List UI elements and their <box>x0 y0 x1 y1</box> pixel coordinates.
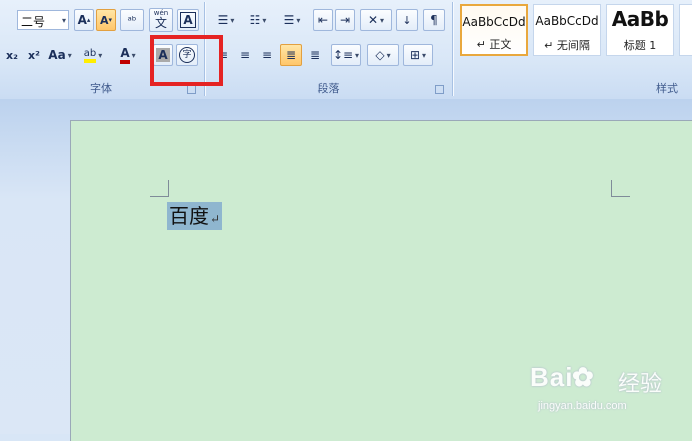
sort-button[interactable]: ↓ <box>396 9 418 31</box>
shading-button[interactable]: ◇ ▾ <box>367 44 399 66</box>
font-dialog-launcher[interactable] <box>187 85 196 94</box>
decrease-indent-button[interactable]: ⇤ <box>313 9 333 31</box>
borders-button[interactable]: ⊞ ▾ <box>403 44 433 66</box>
margin-corner-top-right <box>611 180 630 197</box>
style-heading-partial[interactable] <box>679 4 692 56</box>
style-sample: AaBbCcDd <box>535 14 599 28</box>
eraser-icon: ᵃᵇ <box>127 13 137 27</box>
shrink-font-button[interactable]: A ▾ <box>96 9 116 31</box>
grow-font-button[interactable]: A ▴ <box>74 9 94 31</box>
watermark-logo: Bai ✿ <box>530 362 595 392</box>
style-name: 标题 1 <box>623 39 657 52</box>
chinese-layout-button[interactable]: ✕ ▾ <box>360 9 392 31</box>
pilcrow-icon: ¶ <box>430 13 438 27</box>
paint-bucket-icon: ◇ <box>375 48 385 62</box>
character-border-button[interactable]: A <box>177 9 199 31</box>
decrease-indent-icon: ⇤ <box>317 13 329 27</box>
selected-text[interactable]: 百度↵ <box>167 202 223 230</box>
numbering-button[interactable]: ☷ ▾ <box>244 9 272 31</box>
justify-icon: ≣ <box>285 48 297 62</box>
paragraph-dialog-launcher[interactable] <box>435 85 444 94</box>
styles-group: AaBbCcDd ↵ 正文 AaBbCcDd ↵ 无间隔 AaBb 标题 1 样… <box>455 0 692 98</box>
paragraph-group-label: 段落 <box>317 82 340 95</box>
style-heading-1[interactable]: AaBb 标题 1 <box>606 4 674 56</box>
ribbon: 二号 ▾ A▴ A▾ ᵃᵇ wén 文 A x₂ x² Aa▾ ab▾ <box>0 0 692 100</box>
sort-icon: ↓ <box>402 13 412 27</box>
multilevel-list-button[interactable]: ☰ ▾ <box>277 9 307 31</box>
superscript-button[interactable]: x² <box>24 44 44 66</box>
style-name: ↵ 无间隔 <box>544 39 590 52</box>
align-center-button[interactable]: ≡ <box>235 44 255 66</box>
multilevel-list-icon: ☰ <box>283 13 295 27</box>
align-right-icon: ≡ <box>261 48 273 62</box>
bullets-button[interactable]: ☰ ▾ <box>212 9 240 31</box>
group-separator <box>452 2 453 96</box>
increase-indent-icon: ⇥ <box>339 13 351 27</box>
line-spacing-icon: ↕≡ <box>332 48 354 62</box>
align-right-button[interactable]: ≡ <box>257 44 277 66</box>
paragraph-mark-icon: ↵ <box>210 212 221 226</box>
style-name: ↵ 正文 <box>476 38 512 51</box>
paragraph-group: ☰ ▾ ☷ ▾ ☰ ▾ ⇤ ⇥ ✕ ▾ ↓ ¶ ≡ ≡ ≡ ≣ ≣ ↕≡ ▾ ◇… <box>207 0 450 98</box>
align-center-icon: ≡ <box>239 48 251 62</box>
font-size-select[interactable]: 二号 ▾ <box>17 10 69 30</box>
justify-button[interactable]: ≣ <box>280 44 302 66</box>
style-sample: AaBb <box>611 7 669 31</box>
style-sample: AaBbCcDd <box>462 15 526 29</box>
font-size-value: 二号 <box>21 15 46 29</box>
baidu-jingyan-watermark: Bai ✿ 经验 jingyan.baidu.com <box>530 362 690 422</box>
paw-icon: ✿ <box>572 362 595 392</box>
increase-indent-button[interactable]: ⇥ <box>335 9 355 31</box>
bullets-icon: ☰ <box>217 13 229 27</box>
borders-icon: ⊞ <box>409 48 421 62</box>
annotation-highlight-box <box>150 35 223 86</box>
highlight-button[interactable]: ab ▾ <box>78 44 108 66</box>
chinese-layout-icon: ✕ <box>367 13 379 27</box>
clear-formatting-button[interactable]: ᵃᵇ <box>120 9 144 31</box>
line-spacing-button[interactable]: ↕≡ ▾ <box>331 44 361 66</box>
subscript-button[interactable]: x₂ <box>2 44 22 66</box>
phonetic-guide-button[interactable]: wén 文 <box>149 8 173 32</box>
chevron-down-icon: ▾ <box>61 16 66 25</box>
distributed-icon: ≣ <box>309 48 321 62</box>
margin-corner-top-left <box>150 180 169 197</box>
show-marks-button[interactable]: ¶ <box>423 9 445 31</box>
font-color-button[interactable]: A ▾ <box>112 44 144 66</box>
distributed-button[interactable]: ≣ <box>305 44 325 66</box>
highlighter-icon: ab <box>83 48 97 63</box>
change-case-button[interactable]: Aa ▾ <box>46 44 74 66</box>
watermark-brand: 经验 <box>618 372 663 397</box>
styles-group-label: 样式 <box>656 82 678 95</box>
document-text: 百度 <box>169 204 209 228</box>
style-no-spacing[interactable]: AaBbCcDd ↵ 无间隔 <box>533 4 601 56</box>
style-normal[interactable]: AaBbCcDd ↵ 正文 <box>460 4 528 56</box>
watermark-url: jingyan.baidu.com <box>538 400 627 412</box>
numbering-icon: ☷ <box>249 13 261 27</box>
